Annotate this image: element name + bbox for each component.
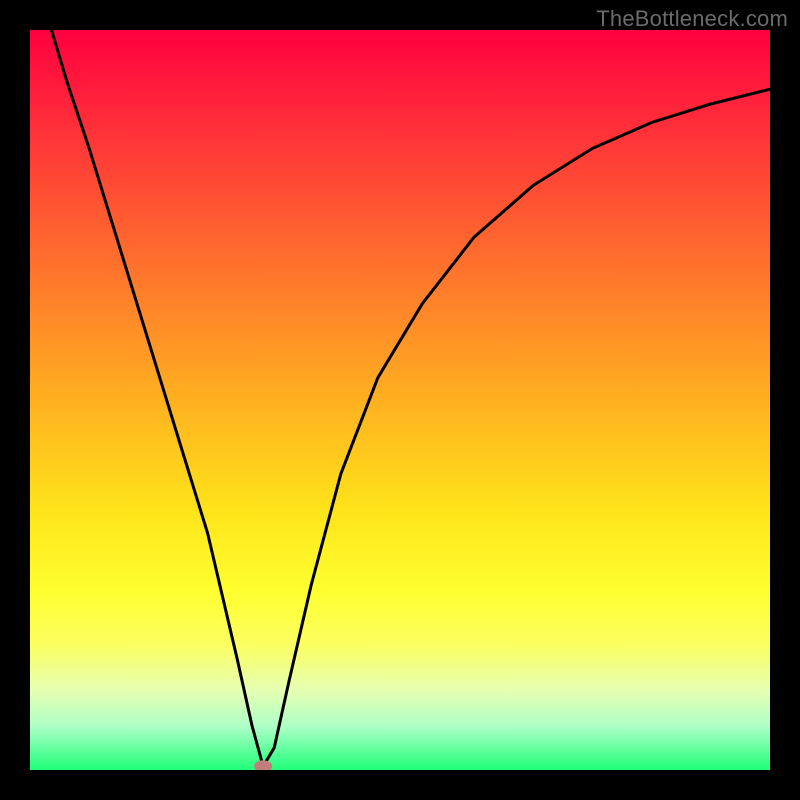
watermark-text: TheBottleneck.com	[596, 6, 788, 32]
minimum-marker	[254, 760, 272, 770]
bottleneck-curve-svg	[30, 30, 770, 770]
bottleneck-curve	[30, 30, 770, 766]
chart-frame: TheBottleneck.com	[0, 0, 800, 800]
plot-area	[30, 30, 770, 770]
